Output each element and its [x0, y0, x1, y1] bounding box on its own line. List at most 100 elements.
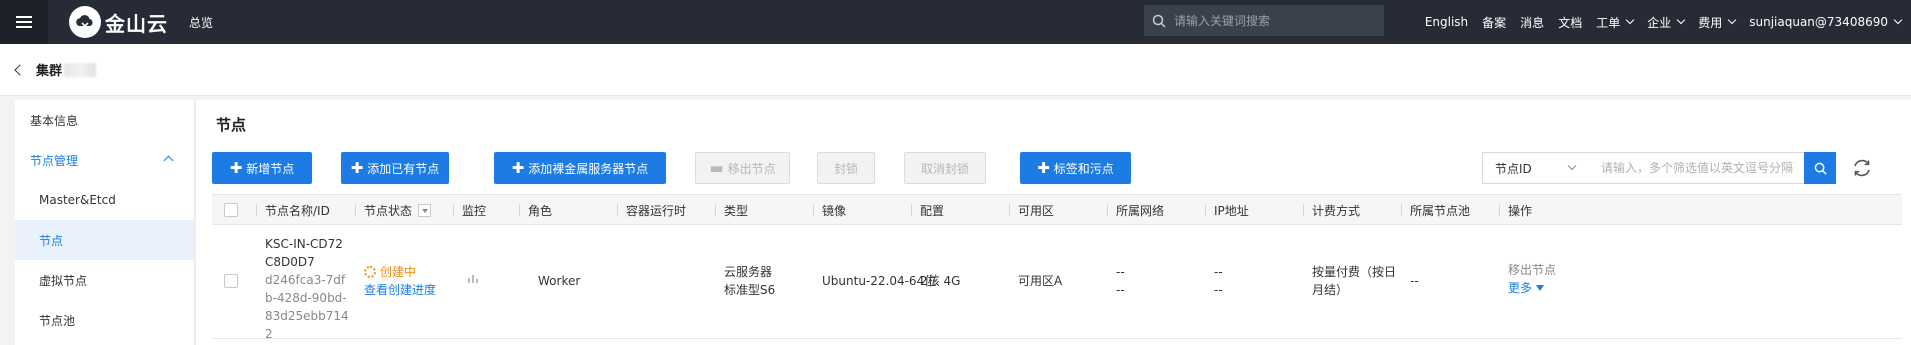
- remove-node-label: 移出节点: [727, 161, 776, 176]
- back-arrow-icon[interactable]: [14, 63, 26, 76]
- col-config-label: 配置: [920, 203, 945, 218]
- add-bare-metal-button[interactable]: ✚ 添加裸金属服务器节点: [494, 152, 666, 184]
- add-node-label: 新增节点: [246, 161, 295, 176]
- messages-link[interactable]: 消息: [1520, 14, 1544, 31]
- plus-icon: ✚: [511, 158, 525, 177]
- loading-spinner-icon: [364, 266, 376, 278]
- sidebar-item-basic-info[interactable]: 基本信息: [15, 100, 194, 140]
- enterprise-menu[interactable]: 企业: [1647, 14, 1686, 31]
- add-bare-metal-label: 添加裸金属服务器节点: [528, 161, 649, 176]
- type-line-1: 云服务器: [724, 265, 773, 279]
- docs-link[interactable]: 文档: [1558, 14, 1582, 31]
- ip-cell: -- --: [1214, 263, 1223, 299]
- col-type: 类型: [715, 195, 749, 225]
- more-actions-dropdown[interactable]: 更多: [1508, 279, 1556, 297]
- sidebar-item-label: 基本信息: [30, 113, 79, 128]
- nodes-table: 节点名称/ID 节点状态 监控 角色 容器运行时 类型 镜像 配置 可用区 所属…: [212, 194, 1902, 341]
- col-actions-label: 操作: [1508, 203, 1533, 218]
- search-icon: [1152, 14, 1166, 28]
- col-monitor-label: 监控: [462, 203, 487, 218]
- col-node-pool-label: 所属节点池: [1410, 203, 1471, 218]
- col-config: 配置: [911, 195, 945, 225]
- ip-line-2: --: [1214, 283, 1223, 297]
- checkbox: [224, 203, 238, 217]
- config-cell: 2核 4G: [920, 274, 961, 288]
- chevron-down-icon: [1893, 15, 1903, 25]
- refresh-icon[interactable]: [1850, 156, 1874, 180]
- column-divider: [617, 204, 618, 216]
- global-search[interactable]: [1144, 5, 1384, 36]
- cordon-button[interactable]: 封锁: [817, 152, 875, 184]
- network-line-2: --: [1116, 283, 1125, 297]
- logo-text: 金山云: [105, 11, 168, 36]
- english-link[interactable]: English: [1425, 15, 1468, 29]
- select-all-checkbox[interactable]: [224, 195, 238, 225]
- ip-line-1: --: [1214, 265, 1223, 279]
- plus-icon: ✚: [350, 158, 364, 177]
- minus-icon: ▬: [709, 158, 724, 177]
- global-search-input[interactable]: [1174, 13, 1364, 28]
- status-text: 创建中: [380, 265, 417, 279]
- col-node-pool: 所属节点池: [1401, 195, 1471, 225]
- col-node-name-label: 节点名称/ID: [265, 203, 330, 218]
- nav-overview-link[interactable]: 总览: [189, 14, 213, 31]
- account-menu[interactable]: sunjiaquan@73408690: [1749, 15, 1903, 29]
- column-divider: [355, 204, 356, 216]
- sidebar-item-master-etcd[interactable]: Master&Etcd: [15, 180, 194, 220]
- col-billing-label: 计费方式: [1312, 203, 1361, 218]
- filter-search-button[interactable]: [1804, 152, 1836, 184]
- column-divider: [1303, 204, 1304, 216]
- uncordon-button[interactable]: 取消封锁: [904, 152, 986, 184]
- enterprise-menu-label: 企业: [1647, 15, 1672, 30]
- row-checkbox[interactable]: [224, 274, 238, 288]
- column-divider: [1499, 204, 1500, 216]
- col-runtime-label: 容器运行时: [626, 203, 687, 218]
- uncordon-label: 取消封锁: [920, 161, 969, 176]
- logo[interactable]: 金山云: [69, 6, 168, 38]
- top-navigation-bar: 金山云 总览 English 备案 消息 文档 工单 企业 费用 sunjiaq…: [0, 0, 1911, 44]
- col-type-label: 类型: [724, 203, 749, 218]
- ticket-menu[interactable]: 工单: [1596, 14, 1635, 31]
- col-node-name: 节点名称/ID: [256, 195, 330, 225]
- filter-input[interactable]: [1589, 152, 1805, 184]
- role-cell: Worker: [538, 274, 581, 288]
- status-filter-icon[interactable]: [418, 203, 432, 217]
- toolbar: ✚ 新增节点 ✚ 添加已有节点 ✚ 添加裸金属服务器节点 ▬ 移出节点 封锁 取消封锁 …: [212, 152, 1902, 184]
- col-image: 镜像: [813, 195, 846, 225]
- plus-icon: ✚: [1037, 158, 1050, 177]
- actions-cell: 移出节点 更多: [1508, 261, 1556, 297]
- sidebar-item-node-pool[interactable]: 节点池: [15, 300, 194, 340]
- node-name[interactable]: KSC-IN-CD72C8D0D7: [265, 235, 349, 271]
- search-icon: [1814, 162, 1827, 175]
- sidebar-item-virtual-nodes[interactable]: 虚拟节点: [15, 260, 194, 300]
- billing-menu[interactable]: 费用: [1698, 14, 1737, 31]
- filter-field-select[interactable]: 节点ID: [1482, 152, 1590, 184]
- col-zone: 可用区: [1009, 195, 1054, 225]
- col-actions: 操作: [1499, 195, 1533, 225]
- remove-node-button[interactable]: ▬ 移出节点: [695, 152, 790, 184]
- filing-link[interactable]: 备案: [1482, 14, 1506, 31]
- page-title: 集群: [36, 64, 63, 79]
- chevron-up-icon: [163, 155, 174, 166]
- sidebar-item-nodes[interactable]: 节点: [15, 220, 194, 260]
- hamburger-menu-icon[interactable]: [0, 0, 48, 44]
- monitor-chart-icon[interactable]: [467, 271, 479, 289]
- node-name-cell: KSC-IN-CD72C8D0D7 d246fca3-7dfb-428d-90b…: [265, 235, 349, 343]
- sidebar-group-node-management[interactable]: 节点管理: [15, 140, 194, 180]
- labels-taints-label: 标签和污点: [1053, 161, 1114, 176]
- col-role: 角色: [519, 195, 552, 225]
- add-existing-node-button[interactable]: ✚ 添加已有节点: [341, 152, 449, 184]
- remove-node-action[interactable]: 移出节点: [1508, 261, 1556, 279]
- column-divider: [813, 204, 814, 216]
- col-node-status-label: 节点状态: [364, 203, 413, 218]
- sidebar-item-label: Master&Etcd: [39, 193, 116, 207]
- col-ip: IP地址: [1205, 195, 1249, 225]
- redacted-cluster-name: [64, 62, 97, 77]
- node-id: d246fca3-7dfb-428d-90bd-83d25ebb7142: [265, 273, 349, 341]
- column-divider: [1107, 204, 1108, 216]
- view-progress-link[interactable]: 查看创建进度: [364, 281, 436, 299]
- add-node-button[interactable]: ✚ 新增节点: [212, 152, 312, 184]
- chevron-down-icon: [1567, 161, 1577, 171]
- sidebar-item-label: 虚拟节点: [39, 273, 88, 288]
- labels-taints-button[interactable]: ✚ 标签和污点: [1020, 152, 1131, 184]
